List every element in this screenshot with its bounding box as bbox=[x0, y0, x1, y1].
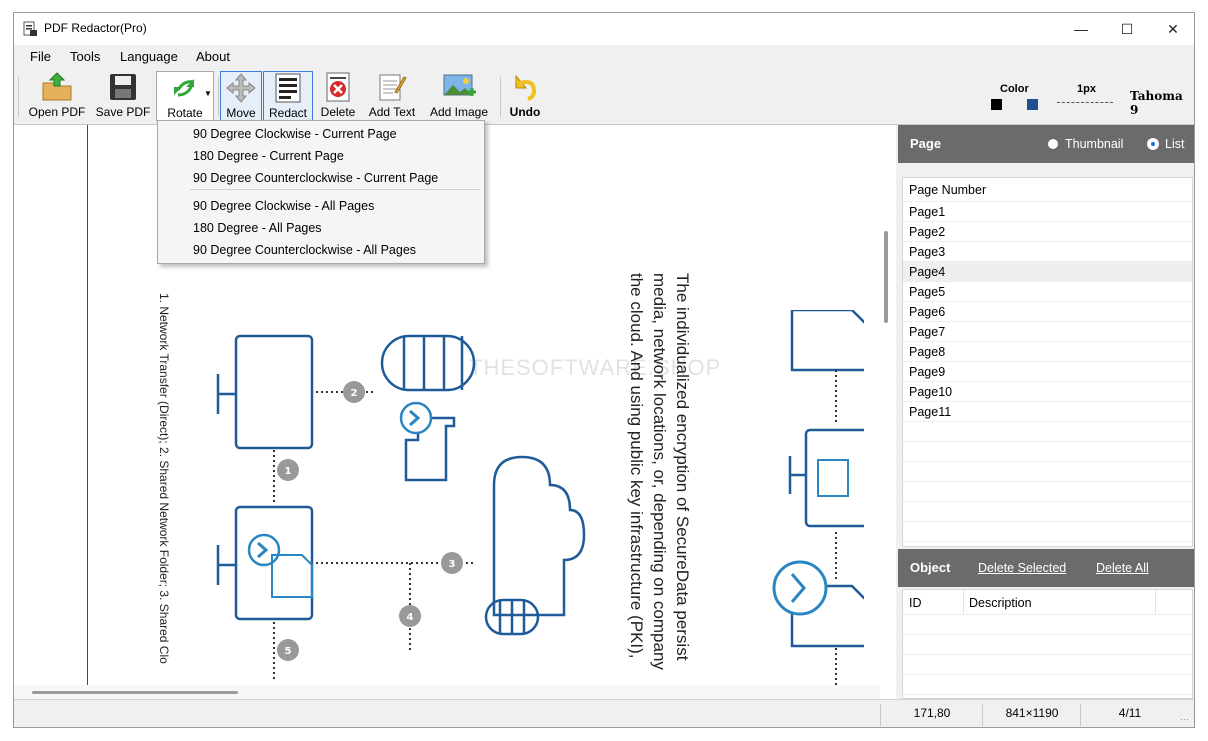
right-panel: Page Thumbnail List Page Number Page1 Pa… bbox=[898, 125, 1194, 699]
page-row[interactable]: Page11 bbox=[903, 402, 1192, 422]
toolbar: Open PDF Save PDF Rotate ▼ Move Redact D… bbox=[14, 69, 1194, 125]
radio-off-icon bbox=[1048, 139, 1058, 149]
page-margin-line bbox=[87, 125, 88, 685]
vertical-scrollbar[interactable] bbox=[880, 125, 896, 685]
figure-caption: 1. Network Transfer (Direct); 2. Shared … bbox=[157, 293, 171, 664]
page-dimensions: 841×1190 bbox=[1005, 706, 1059, 720]
col-description: Description bbox=[969, 596, 1032, 610]
undo-arrow-icon bbox=[515, 74, 537, 101]
delete-icon bbox=[326, 72, 350, 102]
col-id: ID bbox=[909, 596, 922, 610]
page-panel-header: Page Thumbnail List bbox=[898, 125, 1194, 163]
save-disk-icon bbox=[110, 74, 136, 100]
object-table-header: ID Description bbox=[903, 590, 1192, 615]
close-button[interactable]: ✕ bbox=[1150, 13, 1194, 45]
page-indicator: 4/11 bbox=[1118, 706, 1142, 720]
font-label[interactable]: Tahoma 9 bbox=[1130, 89, 1194, 117]
maximize-icon: ☐ bbox=[1120, 20, 1134, 37]
rotate-icon bbox=[174, 79, 195, 97]
menu-bar: File Tools Language About bbox=[14, 45, 1194, 69]
delete-button[interactable]: Delete bbox=[316, 71, 360, 121]
add-image-icon bbox=[443, 74, 476, 96]
color-label: Color bbox=[1000, 83, 1029, 95]
object-table: ID Description bbox=[902, 589, 1193, 699]
horizontal-scrollbar[interactable] bbox=[14, 685, 880, 699]
list-radio[interactable]: List bbox=[1148, 137, 1184, 151]
rotate-cw-current[interactable]: 90 Degree Clockwise - Current Page bbox=[193, 127, 397, 141]
add-text-button[interactable]: Add Text bbox=[364, 71, 420, 121]
server-top-icon bbox=[234, 334, 314, 450]
delete-all-link[interactable]: Delete All bbox=[1096, 561, 1149, 575]
maximize-button[interactable]: ☐ bbox=[1104, 13, 1150, 45]
menu-tools[interactable]: Tools bbox=[70, 49, 100, 64]
step-label-5: 5 bbox=[285, 646, 292, 657]
add-text-icon bbox=[379, 74, 407, 101]
menu-language[interactable]: Language bbox=[120, 49, 178, 64]
stroke-width-label[interactable]: 1px bbox=[1077, 83, 1096, 95]
rotate-cw-all[interactable]: 90 Degree Clockwise - All Pages bbox=[193, 199, 374, 213]
page-row[interactable]: Page6 bbox=[903, 302, 1192, 322]
object-panel-title: Object bbox=[910, 560, 951, 575]
horizontal-scroll-thumb[interactable] bbox=[32, 691, 238, 694]
page-row[interactable]: Page9 bbox=[903, 362, 1192, 382]
rotate-180-current[interactable]: 180 Degree - Current Page bbox=[193, 149, 344, 163]
rotate-180-all[interactable]: 180 Degree - All Pages bbox=[193, 221, 322, 235]
vertical-scroll-thumb[interactable] bbox=[884, 231, 888, 323]
add-image-button[interactable]: Add Image bbox=[426, 71, 492, 121]
stroke-width-preview bbox=[1057, 102, 1113, 103]
page-row[interactable]: Page2 bbox=[903, 222, 1192, 242]
step-label-1: 1 bbox=[285, 466, 292, 477]
minimize-button[interactable]: — bbox=[1058, 13, 1104, 45]
title-bar: PDF Redactor(Pro) — ☐ ✕ bbox=[14, 13, 1194, 45]
rotate-ccw-current[interactable]: 90 Degree Counterclockwise - Current Pag… bbox=[193, 171, 438, 185]
network-diagram: 2 1 3 4 5 bbox=[216, 310, 864, 688]
close-icon: ✕ bbox=[1167, 20, 1179, 37]
step-label-2: 2 bbox=[351, 388, 358, 399]
rotate-ccw-all[interactable]: 90 Degree Counterclockwise - All Pages bbox=[193, 243, 416, 257]
redact-button[interactable]: Redact bbox=[263, 71, 313, 121]
rotate-dropdown-arrow-icon[interactable]: ▼ bbox=[204, 89, 212, 98]
page-list: Page Number Page1 Page2 Page3 Page4 Page… bbox=[902, 177, 1193, 547]
page-panel-title: Page bbox=[910, 136, 942, 151]
menu-file[interactable]: File bbox=[30, 49, 51, 64]
secondary-color-swatch[interactable] bbox=[1027, 99, 1038, 110]
primary-color-swatch[interactable] bbox=[991, 99, 1002, 110]
app-window: PDF Redactor(Pro) — ☐ ✕ File Tools Langu… bbox=[13, 12, 1195, 728]
menu-about[interactable]: About bbox=[196, 49, 230, 64]
server-mid-icon bbox=[234, 505, 314, 621]
page-list-header: Page Number bbox=[903, 180, 1192, 202]
save-pdf-button[interactable]: Save PDF bbox=[92, 71, 154, 121]
step-label-3: 3 bbox=[449, 559, 456, 570]
page-row[interactable]: Page8 bbox=[903, 342, 1192, 362]
cursor-coordinates: 171,80 bbox=[913, 706, 951, 720]
page-row[interactable]: Page5 bbox=[903, 282, 1192, 302]
page-row-selected[interactable]: Page4 bbox=[903, 262, 1192, 282]
status-bar: 171,80 841×1190 4/11 ⋯ bbox=[14, 699, 1194, 727]
app-icon bbox=[23, 21, 37, 36]
minimize-icon: — bbox=[1074, 21, 1088, 37]
step-label-4: 4 bbox=[407, 612, 414, 623]
move-button[interactable]: Move bbox=[220, 71, 262, 121]
resize-grip-icon[interactable]: ⋯ bbox=[1180, 714, 1189, 725]
rotate-dropdown-menu: 90 Degree Clockwise - Current Page 180 D… bbox=[157, 120, 485, 264]
radio-on-icon bbox=[1148, 139, 1158, 149]
object-panel-header: Object Delete Selected Delete All bbox=[898, 549, 1194, 587]
window-title: PDF Redactor(Pro) bbox=[44, 21, 147, 35]
menu-separator bbox=[190, 189, 480, 190]
page-row[interactable]: Page3 bbox=[903, 242, 1192, 262]
thumbnail-radio[interactable]: Thumbnail bbox=[1048, 137, 1123, 151]
undo-button[interactable]: Undo bbox=[504, 71, 546, 121]
page-row[interactable]: Page1 bbox=[903, 202, 1192, 222]
redact-icon bbox=[275, 73, 301, 103]
move-arrows-icon bbox=[226, 73, 256, 103]
delete-selected-link[interactable]: Delete Selected bbox=[978, 561, 1066, 575]
open-pdf-button[interactable]: Open PDF bbox=[24, 71, 90, 121]
open-folder-icon bbox=[42, 72, 72, 101]
page-row[interactable]: Page10 bbox=[903, 382, 1192, 402]
page-row[interactable]: Page7 bbox=[903, 322, 1192, 342]
